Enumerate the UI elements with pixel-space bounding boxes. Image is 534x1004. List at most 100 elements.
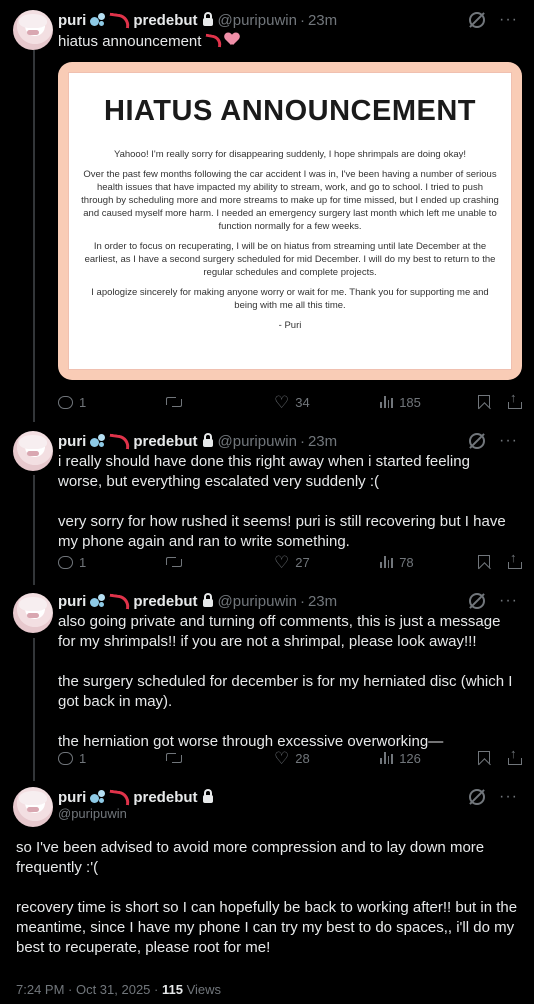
timestamp[interactable]: 23m (308, 593, 337, 610)
handle[interactable]: @puripuwin (218, 433, 297, 450)
post-meta: 7:24 PM · Oct 31, 2025 · 115 Views (16, 982, 221, 997)
grok-icon[interactable] (469, 433, 486, 449)
display-name[interactable]: puri (58, 12, 86, 29)
display-name[interactable]: puri (58, 789, 86, 806)
retweet-button[interactable] (166, 556, 274, 568)
handle[interactable]: @puripuwin (58, 806, 127, 821)
shrimp-emoji (108, 789, 132, 805)
like-count: 34 (295, 394, 310, 410)
views-label: Views (186, 982, 222, 997)
handle[interactable]: @puripuwin (218, 593, 297, 610)
like-count: 28 (295, 750, 310, 766)
shrimp-emoji (108, 433, 132, 449)
share-icon[interactable] (508, 390, 522, 409)
bookmark-icon[interactable] (478, 395, 490, 409)
display-name[interactable]: puri (58, 593, 86, 610)
lock-icon (202, 789, 213, 803)
bubbles-emoji (90, 594, 106, 608)
retweet-button[interactable] (166, 752, 274, 764)
post-text: i really should have done this right awa… (58, 453, 506, 550)
display-name-suffix[interactable]: predebut (133, 789, 197, 806)
lock-icon (202, 593, 213, 607)
heart-icon: ♡ (274, 552, 290, 572)
retweet-icon (166, 396, 182, 408)
more-icon[interactable]: ··· (499, 592, 518, 610)
thread-line (33, 638, 35, 781)
post-header: puri predebut @puripuwin · 23m ··· (58, 10, 518, 30)
announcement-card: HIATUS ANNOUNCEMENT Yahooo! I'm really s… (68, 72, 512, 370)
separator: · (299, 432, 305, 450)
share-icon[interactable] (508, 746, 522, 765)
thread-line (33, 50, 35, 422)
reply-count: 1 (79, 554, 87, 570)
bubbles-emoji (90, 13, 106, 27)
like-button[interactable]: ♡ 28 (274, 750, 380, 767)
views-button[interactable]: 185 (380, 395, 476, 410)
post-text: hiatus announcement (58, 32, 518, 52)
display-name-suffix[interactable]: predebut (133, 12, 197, 29)
views-button[interactable]: 126 (380, 751, 476, 766)
announcement-title: HIATUS ANNOUNCEMENT (104, 95, 476, 127)
announcement-paragraph: Over the past few months following the c… (81, 169, 499, 232)
shrimp-emoji (108, 593, 132, 609)
reply-button[interactable]: 1 (58, 395, 166, 410)
retweet-icon (166, 556, 182, 568)
post-text: also going private and turning off comme… (58, 613, 513, 750)
like-button[interactable]: ♡ 34 (274, 394, 380, 411)
action-bar: 1 ♡ 34 185 (58, 390, 522, 412)
like-button[interactable]: ♡ 27 (274, 554, 380, 571)
separator: · (299, 11, 305, 29)
thread-line (33, 475, 35, 585)
display-name-suffix[interactable]: predebut (133, 433, 197, 450)
reply-icon (58, 555, 73, 569)
grok-icon[interactable] (469, 593, 486, 609)
reply-button[interactable]: 1 (58, 555, 166, 570)
main-post-text: so I've been advised to avoid more compr… (16, 839, 518, 956)
more-icon[interactable]: ··· (499, 11, 518, 29)
shrimp-emoji (108, 12, 132, 28)
announcement-body: Yahooo! I'm really sorry for disappearin… (69, 148, 511, 332)
views-button[interactable]: 78 (380, 555, 476, 570)
pink-heart-emoji (225, 33, 239, 46)
reply-icon (58, 395, 73, 409)
grok-icon[interactable] (469, 12, 486, 28)
reply-count: 1 (79, 394, 87, 410)
views-count: 78 (399, 554, 414, 570)
views-count: 185 (399, 394, 421, 410)
grok-icon[interactable] (469, 789, 486, 805)
views-icon (380, 752, 394, 764)
avatar[interactable] (13, 787, 53, 827)
announcement-paragraph: In order to focus on recuperating, I wil… (84, 241, 496, 278)
bookmark-icon[interactable] (478, 751, 490, 765)
avatar[interactable] (13, 593, 53, 633)
more-icon[interactable]: ··· (499, 432, 518, 450)
lock-icon (202, 433, 213, 447)
avatar[interactable] (13, 10, 53, 50)
share-icon[interactable] (508, 550, 522, 569)
reply-count: 1 (79, 750, 87, 766)
action-bar: 1 ♡ 28 126 (58, 746, 522, 768)
post-text-body: hiatus announcement (58, 33, 202, 50)
bookmark-icon[interactable] (478, 555, 490, 569)
views-icon (380, 396, 394, 408)
action-bar: 1 ♡ 27 78 (58, 550, 522, 572)
handle[interactable]: @puripuwin (218, 12, 297, 29)
timestamp[interactable]: 23m (308, 433, 337, 450)
display-name-suffix[interactable]: predebut (133, 593, 197, 610)
heart-icon: ♡ (274, 392, 290, 412)
post-header: puri predebut @puripuwin · 23m ··· (58, 591, 518, 611)
reply-button[interactable]: 1 (58, 751, 166, 766)
avatar[interactable] (13, 431, 53, 471)
announcement-paragraph: I apologize sincerely for making anyone … (91, 287, 489, 311)
post-timestamp[interactable]: 7:24 PM · Oct 31, 2025 · (16, 982, 162, 997)
like-count: 27 (295, 554, 310, 570)
post-header: puri predebut @puripuwin · 23m ··· (58, 431, 518, 451)
more-icon[interactable]: ··· (499, 788, 518, 806)
post-header: puri predebut ··· (58, 787, 518, 807)
lock-icon (202, 12, 213, 26)
retweet-button[interactable] (166, 396, 274, 408)
display-name[interactable]: puri (58, 433, 86, 450)
timestamp[interactable]: 23m (308, 12, 337, 29)
announcement-image[interactable]: HIATUS ANNOUNCEMENT Yahooo! I'm really s… (58, 62, 522, 380)
views-count: 126 (399, 750, 421, 766)
